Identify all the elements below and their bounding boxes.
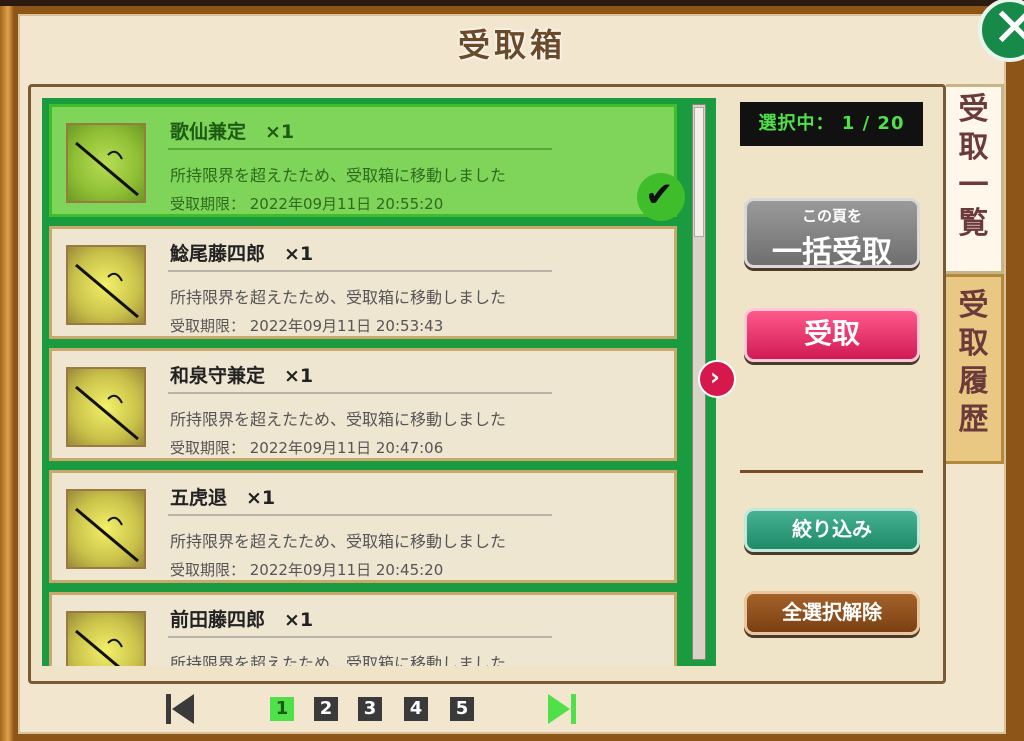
list-item[interactable]: 和泉守兼定 ×1 所持限界を超えたため、受取箱に移動しました 受取期限： 202…: [49, 348, 677, 461]
item-divider: [168, 148, 552, 150]
list-item[interactable]: 五虎退 ×1 所持限界を超えたため、受取箱に移動しました 受取期限： 2022年…: [49, 470, 677, 583]
tab-char: 取: [958, 326, 989, 361]
page-3-button[interactable]: 3: [358, 697, 382, 721]
close-icon: ✕: [992, 0, 1024, 59]
item-description: 所持限界を超えたため、受取箱に移動しました: [170, 410, 507, 429]
tab-receive-history[interactable]: 受 取 履 歴: [946, 274, 1004, 464]
tab-char: 歴: [958, 402, 989, 437]
tab-char: 受: [958, 288, 989, 323]
list-item[interactable]: 歌仙兼定 ×1 所持限界を超えたため、受取箱に移動しました 受取期限： 2022…: [49, 104, 685, 221]
page-5-button[interactable]: 5: [450, 697, 474, 721]
item-description: 所持限界を超えたため、受取箱に移動しました: [170, 654, 507, 666]
tab-char: 取: [958, 130, 989, 165]
item-description: 所持限界を超えたため、受取箱に移動しました: [170, 288, 507, 307]
chevron-right-icon: ›: [710, 363, 720, 391]
selection-counter: 選択中： 1 / 20: [740, 102, 923, 146]
bulk-receive-label: 一括受取: [772, 235, 892, 270]
list-item[interactable]: 鯰尾藤四郎 ×1 所持限界を超えたため、受取箱に移動しました 受取期限： 202…: [49, 226, 677, 339]
tab-char: 一: [958, 168, 989, 203]
item-description: 所持限界を超えたため、受取箱に移動しました: [170, 166, 507, 185]
item-name: 和泉守兼定 ×1: [170, 365, 314, 387]
pagination: 1 2 3 4 5: [0, 690, 1024, 730]
sword-icon: [66, 245, 146, 325]
item-divider: [168, 392, 552, 394]
item-name: 前田藤四郎 ×1: [170, 609, 314, 631]
item-deadline: 受取期限： 2022年09月11日 20:45:20: [170, 561, 444, 579]
item-divider: [168, 636, 552, 638]
item-deadline: 受取期限： 2022年09月11日 20:55:20: [170, 195, 444, 213]
last-page-icon[interactable]: [548, 694, 576, 724]
item-name: 鯰尾藤四郎 ×1: [170, 243, 314, 265]
tab-char: 受: [958, 92, 989, 127]
list-item[interactable]: 前田藤四郎 ×1 所持限界を超えたため、受取箱に移動しました: [49, 592, 677, 666]
bulk-receive-button[interactable]: この頁を 一括受取: [744, 198, 920, 270]
filter-button[interactable]: 絞り込み: [744, 508, 920, 552]
next-item-button[interactable]: ›: [698, 360, 736, 398]
tab-char: 覧: [958, 206, 989, 241]
receive-button[interactable]: 受取: [744, 308, 920, 362]
divider: [740, 470, 923, 473]
sword-icon: [66, 611, 146, 666]
page-1-button[interactable]: 1: [270, 697, 294, 721]
checkmark-icon: ✔: [637, 173, 685, 221]
sword-icon: [66, 123, 146, 203]
first-page-icon[interactable]: [166, 694, 194, 724]
item-description: 所持限界を超えたため、受取箱に移動しました: [170, 532, 507, 551]
item-list: 歌仙兼定 ×1 所持限界を超えたため、受取箱に移動しました 受取期限： 2022…: [42, 98, 716, 666]
item-divider: [168, 270, 552, 272]
item-deadline: 受取期限： 2022年09月11日 20:53:43: [170, 317, 444, 335]
scrollbar-thumb[interactable]: [694, 107, 704, 237]
tab-char: 履: [958, 364, 989, 399]
bulk-receive-sublabel: この頁を: [801, 207, 862, 225]
item-name: 五虎退 ×1: [170, 487, 276, 509]
clear-selection-button[interactable]: 全選択解除: [744, 591, 920, 635]
item-name: 歌仙兼定 ×1: [170, 121, 295, 143]
page-title: 受取箱: [457, 26, 566, 64]
sword-icon: [66, 367, 146, 447]
page-4-button[interactable]: 4: [404, 697, 428, 721]
item-divider: [168, 514, 552, 516]
page-2-button[interactable]: 2: [314, 697, 338, 721]
sword-icon: [66, 489, 146, 569]
item-deadline: 受取期限： 2022年09月11日 20:47:06: [170, 439, 444, 457]
tab-receive-list[interactable]: 受 取 一 覧: [946, 84, 1004, 274]
